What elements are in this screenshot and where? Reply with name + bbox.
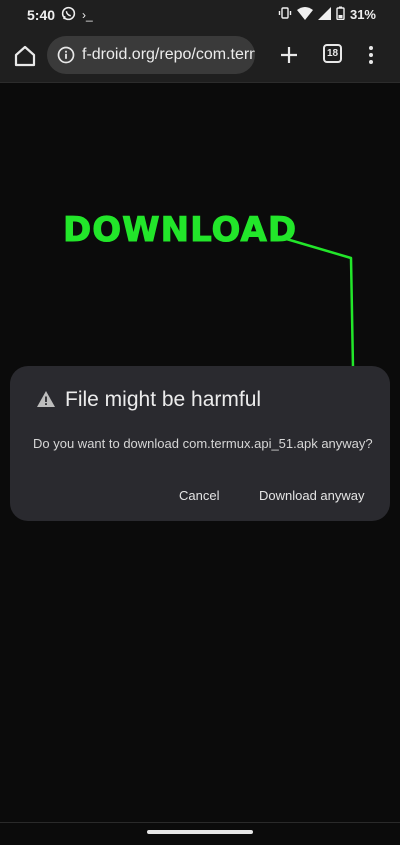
wifi-icon xyxy=(296,6,313,23)
new-tab-button[interactable] xyxy=(277,43,301,67)
download-anyway-button[interactable]: Download anyway xyxy=(259,488,365,503)
vibrate-icon xyxy=(278,6,292,23)
browser-toolbar: f-droid.org/repo/com.termux.api_51.apk 1… xyxy=(0,30,400,82)
home-button[interactable] xyxy=(12,43,38,69)
status-bar: 5:40 ›_ 31% xyxy=(0,0,400,30)
cancel-button[interactable]: Cancel xyxy=(179,488,219,503)
warning-icon xyxy=(36,390,56,408)
whatsapp-icon xyxy=(61,6,76,24)
address-bar[interactable]: f-droid.org/repo/com.termux.api_51.apk xyxy=(47,36,255,74)
harmful-file-dialog: File might be harmful Do you want to dow… xyxy=(10,366,390,521)
battery-icon xyxy=(336,6,345,23)
tab-switcher-button[interactable]: 18 xyxy=(323,44,342,63)
site-info-icon[interactable] xyxy=(57,46,75,64)
status-time: 5:40 xyxy=(27,7,56,23)
dialog-title: File might be harmful xyxy=(65,388,262,411)
annotation-label: DOWNLOAD xyxy=(62,210,298,251)
plus-icon xyxy=(281,47,297,63)
status-right: 31% xyxy=(278,6,376,23)
terminal-icon: ›_ xyxy=(82,8,93,22)
url-text[interactable]: f-droid.org/repo/com.termux.api_51.apk xyxy=(82,46,255,64)
dialog-message: Do you want to download com.termux.api_5… xyxy=(33,436,373,451)
bottom-divider xyxy=(0,822,400,823)
overflow-menu-button[interactable] xyxy=(366,44,376,66)
toolbar-divider xyxy=(0,82,400,83)
battery-percent: 31% xyxy=(349,7,376,22)
signal-icon xyxy=(317,6,331,23)
home-icon xyxy=(14,45,36,67)
more-vertical-icon xyxy=(369,46,373,64)
gesture-nav-handle[interactable] xyxy=(147,830,253,834)
status-left: 5:40 ›_ xyxy=(27,6,93,24)
